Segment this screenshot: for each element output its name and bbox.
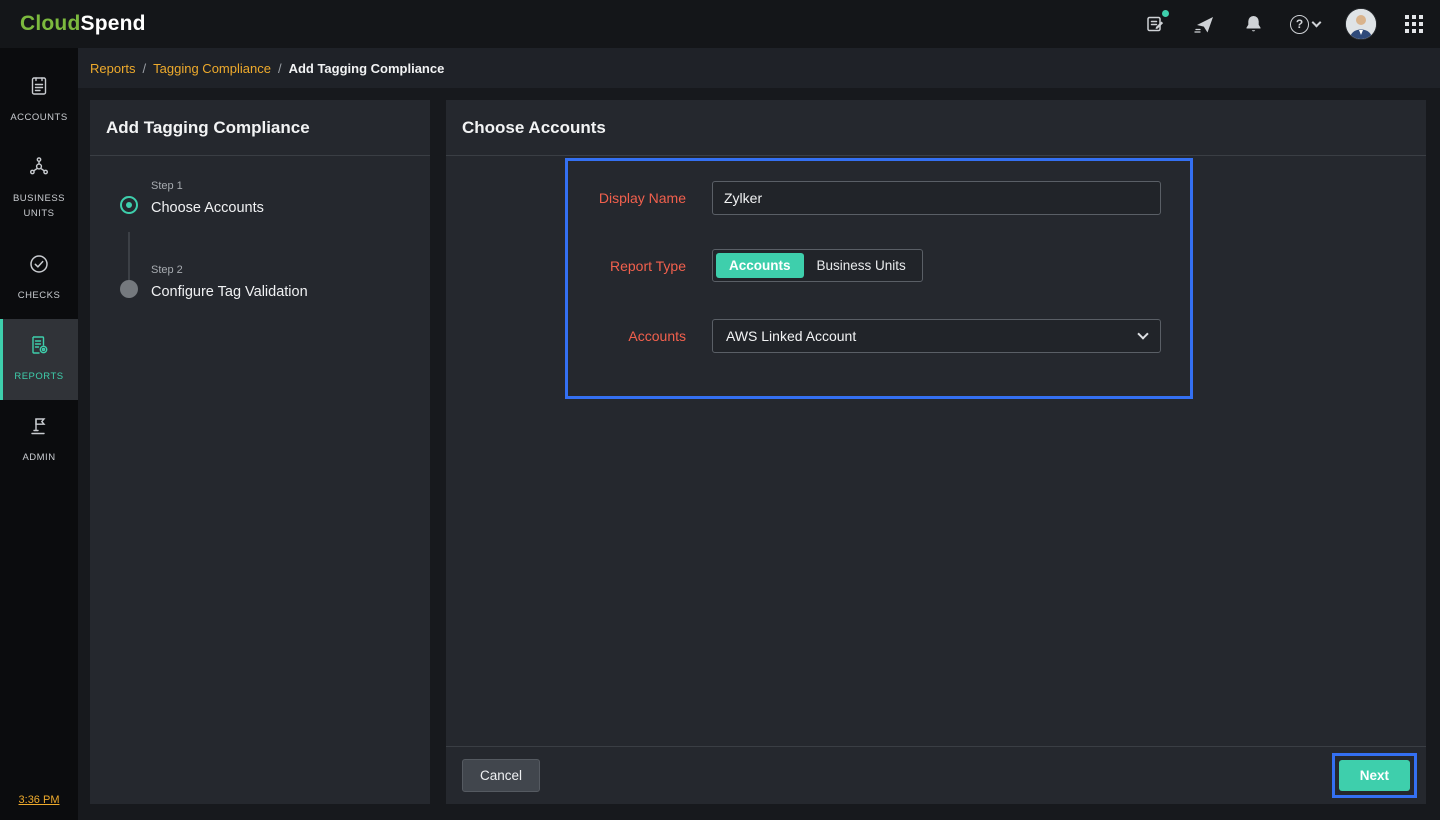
- whats-new-icon[interactable]: [1192, 12, 1216, 36]
- next-button-highlight: Next: [1332, 753, 1417, 798]
- sidebar-item-label: ACCOUNTS: [10, 110, 67, 125]
- accounts-select[interactable]: AWS Linked Account: [712, 319, 1161, 353]
- sidebar: ACCOUNTS BUSINESS UNITS CHECKS: [0, 48, 78, 820]
- wizard-step-2[interactable]: Step 2 Configure Tag Validation: [120, 264, 416, 300]
- help-icon[interactable]: ?: [1290, 15, 1320, 34]
- display-name-label: Display Name: [568, 190, 712, 206]
- topbar-icon-group: ?: [1143, 8, 1426, 40]
- logo-spend-text: Spend: [80, 12, 145, 35]
- choose-accounts-panel: Choose Accounts Display Name Report Type…: [446, 100, 1426, 804]
- notifications-icon[interactable]: [1241, 12, 1265, 36]
- step-1-text: Step 1 Choose Accounts: [151, 180, 264, 216]
- choose-accounts-title: Choose Accounts: [446, 100, 1426, 156]
- sidebar-item-business-units[interactable]: BUSINESS UNITS: [0, 141, 78, 237]
- wizard-step-1[interactable]: Step 1 Choose Accounts: [120, 180, 416, 216]
- apps-grid-icon[interactable]: [1402, 12, 1426, 36]
- breadcrumb-current-page: Add Tagging Compliance: [289, 61, 445, 76]
- sidebar-item-accounts[interactable]: ACCOUNTS: [0, 60, 78, 141]
- business-units-icon: [28, 156, 50, 183]
- step-1-title: Choose Accounts: [151, 200, 264, 216]
- checks-icon: [28, 253, 50, 280]
- top-navigation-bar: CloudSpend ?: [0, 0, 1440, 48]
- breadcrumb: Reports / Tagging Compliance / Add Taggi…: [78, 48, 1440, 88]
- admin-icon: [28, 415, 50, 442]
- breadcrumb-link-reports[interactable]: Reports: [90, 61, 136, 76]
- feedback-icon[interactable]: [1143, 12, 1167, 36]
- notification-dot: [1162, 10, 1169, 17]
- report-type-toggle: Accounts Business Units: [712, 249, 923, 282]
- step-2-label: Step 2: [151, 264, 308, 276]
- form-highlight-region: Display Name Report Type Accounts Busine…: [565, 158, 1193, 399]
- chevron-down-icon: [1137, 328, 1148, 339]
- sidebar-item-admin[interactable]: ADMIN: [0, 400, 78, 481]
- wizard-steps: Step 1 Choose Accounts Step 2 Configure …: [90, 156, 430, 300]
- panel-footer: Cancel Next: [446, 746, 1426, 804]
- chevron-down-icon: [1312, 18, 1322, 28]
- accounts-label: Accounts: [568, 328, 712, 344]
- accounts-row: Accounts AWS Linked Account: [568, 319, 1190, 353]
- help-glyph: ?: [1290, 15, 1309, 34]
- user-avatar[interactable]: [1345, 8, 1377, 40]
- cloudspend-logo[interactable]: CloudSpend: [20, 12, 146, 36]
- cancel-button[interactable]: Cancel: [462, 759, 540, 792]
- display-name-input[interactable]: [712, 181, 1161, 215]
- report-type-row: Report Type Accounts Business Units: [568, 249, 1190, 282]
- logo-cloud-text: Cloud: [20, 12, 80, 35]
- sidebar-item-label: CHECKS: [18, 288, 61, 303]
- report-type-option-business-units[interactable]: Business Units: [804, 253, 919, 278]
- sidebar-time[interactable]: 3:36 PM: [0, 794, 78, 806]
- next-button[interactable]: Next: [1339, 760, 1410, 791]
- sidebar-item-label: REPORTS: [14, 369, 63, 384]
- breadcrumb-separator: /: [278, 61, 282, 76]
- step-1-label: Step 1: [151, 180, 264, 192]
- accounts-select-value: AWS Linked Account: [726, 328, 856, 344]
- sidebar-item-checks[interactable]: CHECKS: [0, 238, 78, 319]
- step-2-pending-bullet: [120, 280, 138, 298]
- sidebar-item-label: BUSINESS UNITS: [3, 191, 75, 221]
- reports-icon: [28, 334, 50, 361]
- step-2-text: Step 2 Configure Tag Validation: [151, 264, 308, 300]
- wizard-panel-title: Add Tagging Compliance: [90, 100, 430, 156]
- display-name-row: Display Name: [568, 181, 1190, 215]
- report-type-option-accounts[interactable]: Accounts: [716, 253, 804, 278]
- breadcrumb-separator: /: [143, 61, 147, 76]
- breadcrumb-link-tagging-compliance[interactable]: Tagging Compliance: [153, 61, 271, 76]
- step-1-active-bullet: [120, 196, 138, 214]
- wizard-panel: Add Tagging Compliance Step 1 Choose Acc…: [90, 100, 430, 804]
- step-2-title: Configure Tag Validation: [151, 284, 308, 300]
- report-type-label: Report Type: [568, 258, 712, 274]
- sidebar-item-reports[interactable]: REPORTS: [0, 319, 78, 400]
- sidebar-item-label: ADMIN: [22, 450, 55, 465]
- accounts-icon: [28, 75, 50, 102]
